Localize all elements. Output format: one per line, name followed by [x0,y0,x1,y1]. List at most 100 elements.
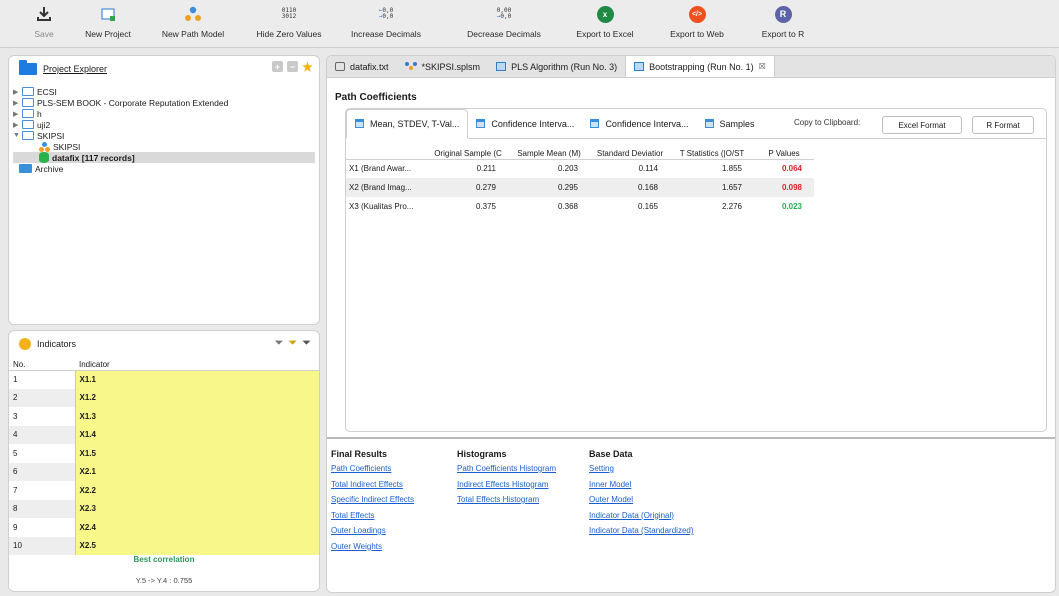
save-button[interactable]: Save [22,3,66,45]
tree-item-uji2[interactable]: ▶ uji2 [13,119,315,130]
table-row[interactable]: X3 (Kualitas Pro... 0.375 0.368 0.165 2.… [346,197,814,216]
indicator-row[interactable]: 1 X1.1 [9,370,319,389]
row-number: 4 [9,425,75,444]
path-model-icon [404,62,417,71]
copy-to-clipboard-label: Copy to Clipboard: [794,118,861,127]
table-icon [704,119,714,128]
new-path-model-button[interactable]: New Path Model [158,3,228,45]
tree-item-h[interactable]: ▶ h [13,108,315,119]
link-indicator-data-standardized[interactable]: Indicator Data (Standardized) [589,526,694,542]
new-path-model-label: New Path Model [161,29,225,39]
tab-confidence-interval-1[interactable]: Confidence Interva... [468,109,582,139]
export-r-button[interactable]: R Export to R [756,3,810,45]
expand-arrow-icon[interactable]: ▶ [13,121,22,129]
close-tab-icon[interactable]: ☒ [759,62,766,71]
hide-zero-values-button[interactable]: 0110 3012 Hide Zero Values [254,3,324,45]
project-icon [22,109,34,118]
tree-item-archive[interactable]: Archive [13,163,315,174]
tab-skipsi-model[interactable]: *SKIPSI.splsm [397,56,489,77]
export-web-button[interactable]: </> Export to Web [666,3,728,45]
link-outer-weights[interactable]: Outer Weights [331,542,414,558]
path-model-icon [39,141,50,152]
best-correlation-value: Y.5 -> Y.4 : 0.755 [135,576,193,585]
tab-label: datafix.txt [350,61,389,72]
row-number: 8 [9,499,75,518]
new-project-button[interactable]: New Project [80,3,136,45]
indicator-row[interactable]: 9 X2.4 [9,518,319,537]
export-excel-button[interactable]: x Export to Excel [572,3,638,45]
link-indicator-data-original[interactable]: Indicator Data (Original) [589,511,694,527]
tree-label: uji2 [37,119,51,130]
row-number: 9 [13,522,18,532]
table-row[interactable]: X1 (Brand Awar... 0.211 0.203 0.114 1.85… [346,159,814,178]
project-tree: ▶ ECSI ▶ PLS-SEM BOOK - Corporate Reputa… [13,86,315,174]
indicator-row[interactable]: 4 X1.4 [9,425,319,444]
indicator-name: X1.5 [74,444,319,463]
indicator-row[interactable]: 10 X2.5 [9,536,319,555]
r-format-button[interactable]: R Format [972,116,1034,134]
tree-label: h [37,108,42,119]
toolbar: Save New Project New Path Model 0110 301… [0,0,1059,48]
splitter[interactable] [327,437,1055,439]
results-view: Mean, STDEV, T-Val... Confidence Interva… [345,108,1047,432]
t-stat-cell: 1.657 [670,178,754,197]
tree-item-datafix[interactable]: datafix [117 records] [13,152,315,163]
link-total-effects[interactable]: Total Effects [331,511,414,527]
tree-item-pls-sem-book[interactable]: ▶ PLS-SEM BOOK - Corporate Reputation Ex… [13,97,315,108]
link-outer-model[interactable]: Outer Model [589,495,694,511]
link-indirect-effects-histogram[interactable]: Indirect Effects Histogram [457,480,556,496]
link-outer-loadings[interactable]: Outer Loadings [331,526,414,542]
project-explorer-panel: Project Explorer + − ★ ▶ ECSI ▶ PLS-SEM … [8,55,320,325]
filter-dark-icon[interactable]: ⏷ [302,337,311,350]
tab-bootstrapping[interactable]: Bootstrapping (Run No. 1) ☒ [625,56,775,77]
link-total-effects-histogram[interactable]: Total Effects Histogram [457,495,556,511]
tree-item-skipsi[interactable]: ▼ SKIPSI [13,130,315,141]
excel-format-button[interactable]: Excel Format [882,116,962,134]
excel-icon: x [596,5,614,23]
filter-icon[interactable]: ⏷ [275,337,284,350]
tab-confidence-interval-2[interactable]: Confidence Interva... [582,109,696,139]
indicator-row[interactable]: 5 X1.5 [9,444,319,463]
expand-all-icon[interactable]: + [272,61,283,72]
table-row[interactable]: X2 (Brand Imag... 0.279 0.295 0.168 1.65… [346,178,814,197]
link-total-indirect-effects[interactable]: Total Indirect Effects [331,480,414,496]
link-path-coefficients-histogram[interactable]: Path Coefficients Histogram [457,464,556,480]
tab-mean-stdev[interactable]: Mean, STDEV, T-Val... [346,108,469,139]
tab-pls-algorithm[interactable]: PLS Algorithm (Run No. 3) [488,56,625,77]
indicator-row[interactable]: 2 X1.2 [9,388,319,407]
indicator-filters: ⏷ ⏷ ⏷ [275,337,311,350]
tree-item-skipsi-model[interactable]: SKIPSI [13,141,315,152]
table-icon [355,119,364,128]
tree-item-ecsi[interactable]: ▶ ECSI [13,86,315,97]
project-explorer-tab[interactable]: Project Explorer [13,60,114,80]
expand-arrow-icon[interactable]: ▶ [13,88,22,96]
increase-decimals-button[interactable]: ←0,0 →0,0 Increase Decimals [344,3,428,45]
tab-samples[interactable]: Samples [697,109,763,139]
increase-decimals-label: Increase Decimals [351,29,421,39]
filter-yellow-icon[interactable]: ⏷ [288,337,297,350]
tab-datafix[interactable]: datafix.txt [327,56,397,77]
indicator-row[interactable]: 3 X1.3 [9,407,319,426]
expand-arrow-icon[interactable]: ▶ [13,99,22,107]
link-inner-model[interactable]: Inner Model [589,480,694,496]
link-setting[interactable]: Setting [589,464,694,480]
indicator-row[interactable]: 7 X2.2 [9,481,319,500]
collapse-all-icon[interactable]: − [287,61,298,72]
link-specific-indirect-effects[interactable]: Specific Indirect Effects [331,495,414,511]
row-number: 5 [13,448,18,458]
indicator-row[interactable]: 6 X2.1 [9,462,319,481]
expand-arrow-icon[interactable]: ▶ [13,110,22,118]
table-icon [590,119,600,128]
decrease-decimals-button[interactable]: 0,00 →0,0 Decrease Decimals [460,3,548,45]
row-header-blank [346,148,428,160]
indicators-icon [19,338,31,350]
indicator-name: X1.4 [74,425,319,444]
path-model-icon [158,3,228,25]
editor-tab-bar: datafix.txt *SKIPSI.splsm PLS Algorithm … [327,56,1055,78]
collapse-arrow-icon[interactable]: ▼ [13,132,22,139]
link-path-coefficients[interactable]: Path Coefficients [331,464,414,480]
star-icon[interactable]: ★ [302,60,313,74]
decrease-digits-bottom: 0,0 [500,13,512,20]
indicator-row[interactable]: 8 X2.3 [9,499,319,518]
indicators-tab[interactable]: Indicators [13,335,83,355]
